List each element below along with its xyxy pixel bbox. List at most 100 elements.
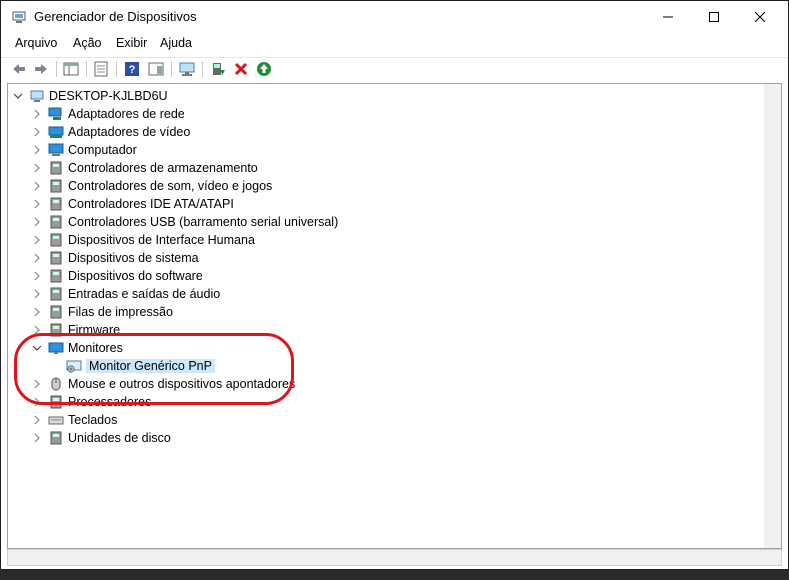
expand-chevron-icon[interactable] <box>31 285 43 303</box>
tree-item[interactable]: Dispositivos do software <box>48 267 203 285</box>
close-button[interactable] <box>737 1 783 33</box>
expand-chevron-icon[interactable] <box>31 195 43 213</box>
expand-chevron-icon[interactable] <box>31 105 43 123</box>
device-manager-window: Gerenciador de Dispositivos Arquivo Ação… <box>0 0 789 570</box>
tree-item-label: Controladores IDE ATA/ATAPI <box>68 197 234 211</box>
tree-item[interactable]: Processadores <box>48 393 151 411</box>
monitor-icon <box>48 342 64 354</box>
hid-icon <box>50 233 62 247</box>
properties-icon <box>94 61 108 77</box>
tree-item[interactable]: Computador <box>48 141 137 159</box>
scan-hardware-button[interactable] <box>177 59 197 79</box>
action-pane-icon <box>148 62 164 76</box>
maximize-icon <box>709 12 719 22</box>
expand-chevron-icon[interactable] <box>31 123 43 141</box>
show-hide-tree-button[interactable] <box>61 59 81 79</box>
tree-item[interactable]: Controladores de som, vídeo e jogos <box>48 177 272 195</box>
ide-icon <box>50 197 62 211</box>
minimize-button[interactable] <box>645 1 691 33</box>
collapse-chevron-icon[interactable] <box>31 339 43 357</box>
generic-monitor-icon <box>66 360 82 373</box>
menu-arquivo[interactable]: Arquivo <box>15 36 57 50</box>
tree-item-label: Monitor Genérico PnP <box>86 359 215 373</box>
tree-item[interactable]: Controladores IDE ATA/ATAPI <box>48 195 234 213</box>
tree-item-label: Controladores USB (barramento serial uni… <box>68 215 339 229</box>
menu-ajuda[interactable]: Ajuda <box>160 36 192 50</box>
sound-icon <box>50 179 62 193</box>
enable-device-icon <box>257 62 271 76</box>
menu-bar: Arquivo Ação Exibir Ajuda <box>1 34 788 54</box>
tree-item[interactable]: Controladores de armazenamento <box>48 159 258 177</box>
close-icon <box>755 12 765 22</box>
processor-icon <box>50 395 62 409</box>
help-button[interactable]: ? <box>122 59 142 79</box>
tree-item-label: Controladores de armazenamento <box>68 161 258 175</box>
network-adapter-icon <box>48 107 62 120</box>
mouse-icon <box>51 377 61 391</box>
enable-device-button[interactable] <box>254 59 274 79</box>
tree-item[interactable]: Teclados <box>48 411 117 429</box>
update-driver-button[interactable] <box>208 59 228 79</box>
properties-button[interactable] <box>91 59 111 79</box>
tree-item[interactable]: Mouse e outros dispositivos apontadores <box>48 375 295 393</box>
tree-item-label: Teclados <box>68 413 118 427</box>
show-hide-console-tree-icon <box>63 62 79 76</box>
tree-item-label: Dispositivos de sistema <box>68 251 199 265</box>
expand-chevron-icon[interactable] <box>31 375 43 393</box>
expand-chevron-icon[interactable] <box>31 411 43 429</box>
expand-chevron-icon[interactable] <box>31 177 43 195</box>
action-pane-button[interactable] <box>146 59 166 79</box>
forward-button[interactable] <box>31 59 51 79</box>
tree-child-item[interactable]: Monitor Genérico PnP <box>66 357 215 375</box>
expand-chevron-icon[interactable] <box>31 303 43 321</box>
expand-chevron-icon[interactable] <box>31 429 43 447</box>
disk-drive-icon <box>50 431 62 445</box>
tree-item-label: Processadores <box>68 395 152 409</box>
menu-exibir[interactable]: Exibir <box>116 36 147 50</box>
title-bar[interactable]: Gerenciador de Dispositivos <box>1 1 788 33</box>
tree-item[interactable]: Adaptadores de vídeo <box>48 123 190 141</box>
horizontal-scrollbar[interactable] <box>7 549 782 566</box>
expand-chevron-icon[interactable] <box>31 231 43 249</box>
tree-item[interactable]: Adaptadores de rede <box>48 105 185 123</box>
tree-item[interactable]: Filas de impressão <box>48 303 173 321</box>
tree-item[interactable]: Dispositivos de sistema <box>48 249 199 267</box>
forward-arrow-icon <box>35 64 47 74</box>
tree-item-label: Adaptadores de vídeo <box>68 125 191 139</box>
firmware-icon <box>50 323 62 337</box>
display-adapter-icon <box>48 126 64 138</box>
uninstall-device-button[interactable] <box>231 59 251 79</box>
tree-item[interactable]: Controladores USB (barramento serial uni… <box>48 213 338 231</box>
expand-chevron-icon[interactable] <box>31 393 43 411</box>
tree-item-label: Monitores <box>68 341 123 355</box>
expand-chevron-icon[interactable] <box>31 141 43 159</box>
tree-item[interactable]: Entradas e saídas de áudio <box>48 285 220 303</box>
usb-icon <box>50 215 62 229</box>
expand-chevron-icon[interactable] <box>31 267 43 285</box>
tree-item[interactable]: Monitores <box>48 339 123 357</box>
expand-chevron-icon[interactable] <box>31 213 43 231</box>
tree-item-label: Entradas e saídas de áudio <box>68 287 221 301</box>
device-tree-pane[interactable]: DESKTOP-KJLBD6U Adaptadores de rede Adapta… <box>7 83 782 549</box>
tree-item[interactable]: Unidades de disco <box>48 429 171 447</box>
maximize-button[interactable] <box>691 1 737 33</box>
collapse-chevron-icon[interactable] <box>12 87 24 105</box>
expand-chevron-icon[interactable] <box>31 321 43 339</box>
tree-item[interactable]: Firmware <box>48 321 120 339</box>
tree-item-label: Adaptadores de rede <box>68 107 185 121</box>
svg-text:?: ? <box>129 64 136 76</box>
back-button[interactable] <box>9 59 29 79</box>
tree-root[interactable]: DESKTOP-KJLBD6U <box>29 87 168 105</box>
vertical-scrollbar[interactable] <box>764 84 781 548</box>
menu-acao[interactable]: Ação <box>73 36 102 50</box>
expand-chevron-icon[interactable] <box>31 159 43 177</box>
back-arrow-icon <box>13 64 25 74</box>
keyboard-icon <box>48 416 64 425</box>
computer-icon <box>48 143 64 156</box>
toolbar: ? <box>1 57 788 80</box>
software-device-icon <box>50 269 62 283</box>
tree-item-label: Unidades de disco <box>68 431 171 445</box>
scan-hardware-icon <box>179 62 195 76</box>
expand-chevron-icon[interactable] <box>31 249 43 267</box>
tree-item[interactable]: Dispositivos de Interface Humana <box>48 231 255 249</box>
